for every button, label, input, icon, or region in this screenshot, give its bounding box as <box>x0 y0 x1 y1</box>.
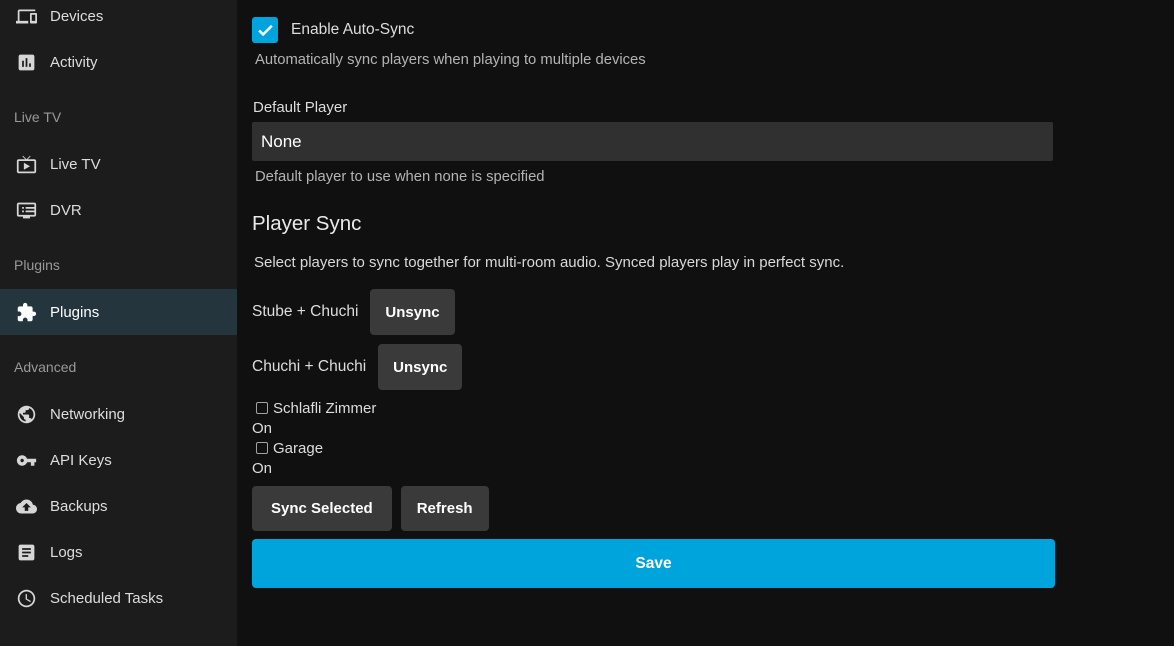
sync-selected-button[interactable]: Sync Selected <box>252 486 392 531</box>
sidebar-item-label: API Keys <box>50 452 112 469</box>
player-sync-title: Player Sync <box>252 212 1055 236</box>
unsync-button[interactable]: Unsync <box>378 344 462 390</box>
scheduled-tasks-icon <box>14 586 38 610</box>
plugins-icon <box>14 300 38 324</box>
sidebar-item-live-tv[interactable]: Live TV <box>0 141 237 187</box>
activity-icon <box>14 50 38 74</box>
sidebar-section-plugins: Plugins <box>0 233 237 289</box>
player-sync-description: Select players to sync together for mult… <box>254 254 1055 271</box>
sidebar: Devices Activity Live TV Live TV DVR Plu… <box>0 0 237 646</box>
sidebar-nav: Devices Activity Live TV Live TV DVR Plu… <box>0 0 237 621</box>
sidebar-item-label: Backups <box>50 498 108 515</box>
backups-icon <box>14 494 38 518</box>
auto-sync-checkbox[interactable] <box>252 17 278 43</box>
player-name: Schlafli Zimmer <box>273 400 376 417</box>
api-keys-icon <box>14 448 38 472</box>
sidebar-item-label: Devices <box>50 8 103 25</box>
devices-icon <box>14 4 38 28</box>
sidebar-item-label: Plugins <box>50 304 99 321</box>
sync-actions: Sync Selected Refresh <box>252 486 1055 531</box>
auto-sync-row: Enable Auto-Sync <box>252 17 1055 43</box>
sidebar-item-networking[interactable]: Networking <box>0 391 237 437</box>
dvr-icon <box>14 198 38 222</box>
sidebar-item-dvr[interactable]: DVR <box>0 187 237 233</box>
sidebar-item-devices[interactable]: Devices <box>0 0 237 39</box>
sidebar-section-live-tv: Live TV <box>0 85 237 141</box>
sidebar-item-backups[interactable]: Backups <box>0 483 237 529</box>
plugin-settings-page: Enable Auto-Sync Automatically sync play… <box>237 0 1174 646</box>
player-checkbox-row: Garage <box>252 438 1055 458</box>
player-checkbox[interactable] <box>256 402 268 414</box>
refresh-button[interactable]: Refresh <box>401 486 489 531</box>
auto-sync-label: Enable Auto-Sync <box>291 21 414 39</box>
sidebar-item-plugins[interactable]: Plugins <box>0 289 237 335</box>
sidebar-item-scheduled-tasks[interactable]: Scheduled Tasks <box>0 575 237 621</box>
synced-group-row: Stube + Chuchi Unsync <box>252 289 1055 335</box>
sidebar-item-api-keys[interactable]: API Keys <box>0 437 237 483</box>
settings-form: Enable Auto-Sync Automatically sync play… <box>252 17 1055 588</box>
player-list: Schlafli Zimmer On Garage On <box>252 398 1055 478</box>
sidebar-item-label: DVR <box>50 202 82 219</box>
player-checkbox-row: Schlafli Zimmer <box>252 398 1055 418</box>
default-player-label: Default Player <box>253 99 1055 116</box>
synced-group-row: Chuchi + Chuchi Unsync <box>252 344 1055 390</box>
sidebar-item-activity[interactable]: Activity <box>0 39 237 85</box>
live-tv-icon <box>14 152 38 176</box>
check-icon <box>256 21 275 40</box>
logs-icon <box>14 540 38 564</box>
auto-sync-description: Automatically sync players when playing … <box>255 52 1055 69</box>
sidebar-section-advanced: Advanced <box>0 335 237 391</box>
sidebar-item-label: Logs <box>50 544 83 561</box>
networking-icon <box>14 402 38 426</box>
sidebar-item-label: Networking <box>50 406 125 423</box>
sidebar-item-label: Live TV <box>50 156 101 173</box>
unsync-button[interactable]: Unsync <box>370 289 454 335</box>
sidebar-item-label: Activity <box>50 54 98 71</box>
player-status: On <box>252 458 1055 478</box>
sidebar-item-logs[interactable]: Logs <box>0 529 237 575</box>
player-status: On <box>252 418 1055 438</box>
player-checkbox[interactable] <box>256 442 268 454</box>
player-name: Garage <box>273 440 323 457</box>
sidebar-item-label: Scheduled Tasks <box>50 590 163 607</box>
default-player-description: Default player to use when none is speci… <box>255 169 1055 186</box>
save-button[interactable]: Save <box>252 539 1055 588</box>
synced-group-name: Chuchi + Chuchi <box>252 358 366 376</box>
default-player-select[interactable]: None <box>252 122 1053 161</box>
synced-group-name: Stube + Chuchi <box>252 303 358 321</box>
